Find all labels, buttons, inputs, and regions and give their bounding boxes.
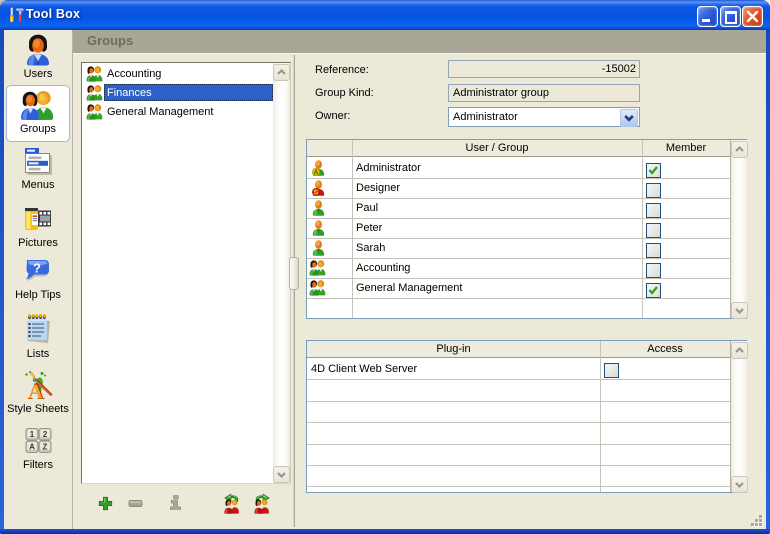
svg-text:1: 1 xyxy=(30,430,35,439)
svg-text:Z: Z xyxy=(43,443,48,452)
svg-text:A: A xyxy=(28,379,44,400)
svg-text:2: 2 xyxy=(43,430,48,439)
svg-text:A: A xyxy=(313,170,318,177)
svg-text:A: A xyxy=(29,443,35,452)
svg-text:?: ? xyxy=(33,261,41,276)
svg-text:S: S xyxy=(314,190,319,197)
